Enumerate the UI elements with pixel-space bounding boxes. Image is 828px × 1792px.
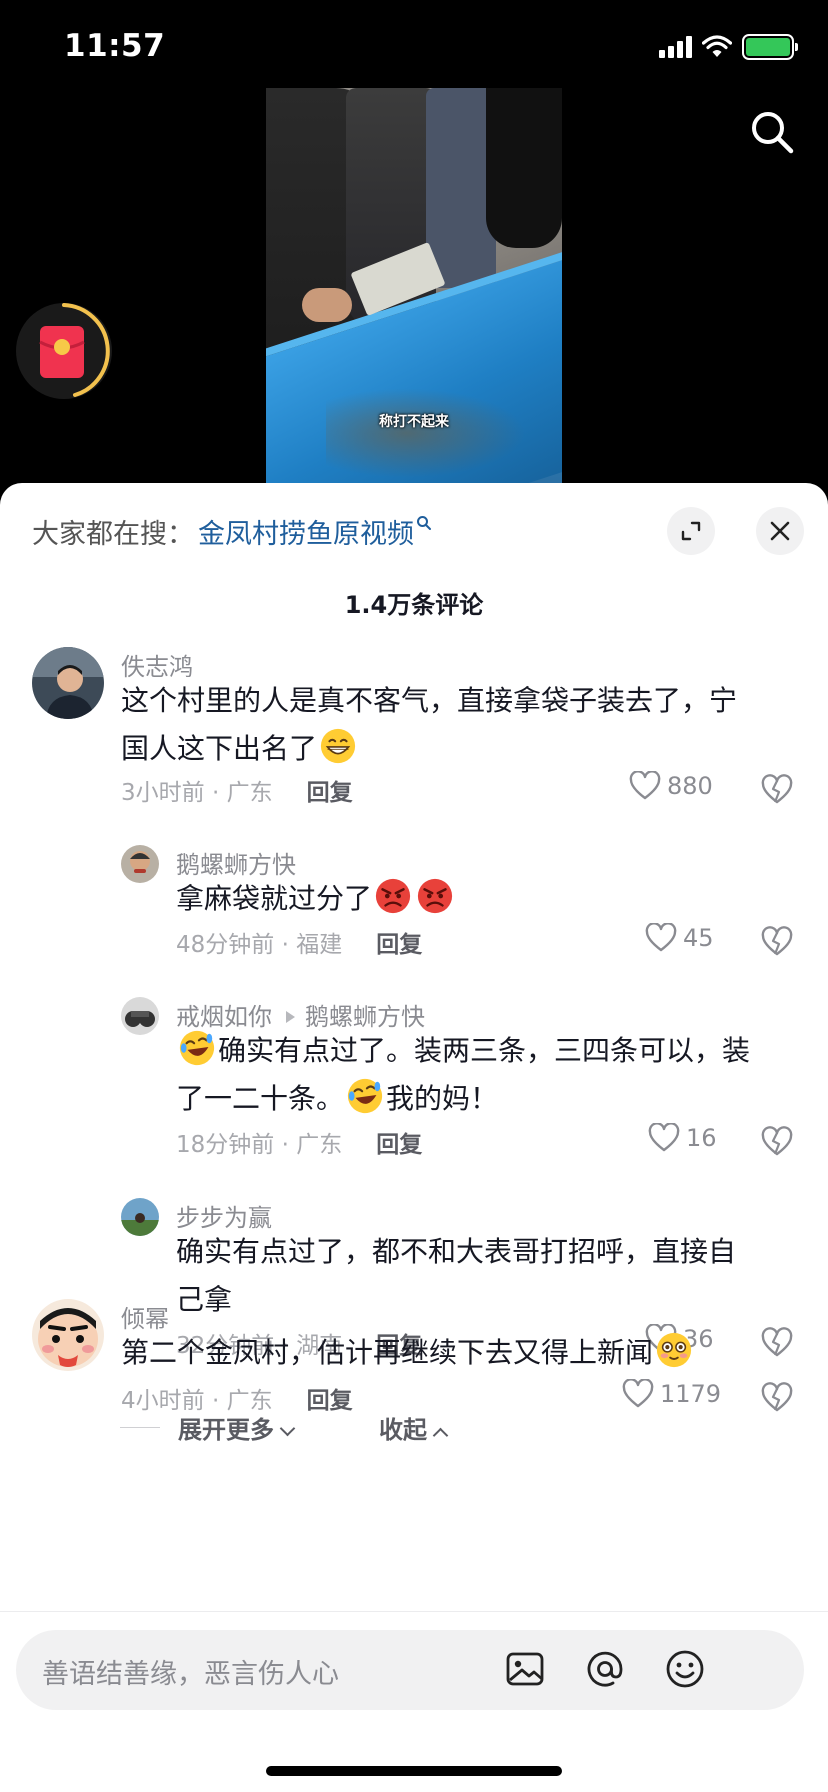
reply-button[interactable]: 回复 bbox=[376, 932, 422, 958]
like-button[interactable]: 16 bbox=[648, 1123, 717, 1153]
heart-icon bbox=[648, 1123, 680, 1152]
chevron-down-icon bbox=[279, 1420, 296, 1436]
divider bbox=[120, 1426, 160, 1428]
avatar[interactable] bbox=[32, 647, 104, 719]
expand-icon bbox=[681, 521, 701, 541]
close-button[interactable] bbox=[756, 507, 804, 555]
battery-icon bbox=[742, 34, 798, 60]
avatar[interactable] bbox=[121, 1198, 159, 1236]
avatar[interactable] bbox=[121, 845, 159, 883]
video-frame[interactable]: 称打不起来 bbox=[266, 88, 562, 484]
hot-search-prefix: 大家都在搜： bbox=[32, 518, 194, 550]
search-small-icon bbox=[417, 516, 431, 530]
cellular-signal-icon bbox=[659, 36, 692, 58]
collapse-button[interactable]: 收起 bbox=[379, 1410, 449, 1445]
video-caption: 称打不起来 bbox=[379, 414, 449, 430]
emoji-icon[interactable] bbox=[662, 1646, 708, 1692]
search-icon[interactable] bbox=[748, 108, 796, 156]
avatar[interactable] bbox=[121, 997, 159, 1035]
chevron-up-icon bbox=[432, 1427, 449, 1443]
like-count: 16 bbox=[686, 1124, 717, 1152]
input-placeholder: 善语结善缘，恶言伤人心 bbox=[42, 1659, 339, 1690]
like-button[interactable]: 1179 bbox=[622, 1379, 721, 1409]
comment-text: 这个村里的人是真不客气，直接拿袋子装去了，宁 国人这下出名了 bbox=[121, 684, 738, 765]
status-time: 11:57 bbox=[64, 28, 166, 64]
like-count: 1179 bbox=[660, 1380, 722, 1408]
heart-icon bbox=[622, 1379, 654, 1408]
heart-icon bbox=[629, 771, 661, 800]
comment-input[interactable]: 善语结善缘，恶言伤人心 bbox=[16, 1630, 804, 1710]
video-area[interactable]: 11:57 称打不起来 bbox=[0, 0, 828, 500]
comment-count: 1.4万条评论 bbox=[344, 591, 484, 619]
like-count: 880 bbox=[667, 772, 713, 800]
comment-meta: 48分钟前 · 福建 回复 bbox=[176, 932, 423, 958]
comment-input-bar: 善语结善缘，恶言伤人心 bbox=[0, 1611, 828, 1792]
comment-meta: 3小时前 · 广东 回复 bbox=[121, 780, 353, 806]
heart-icon bbox=[645, 923, 677, 952]
comment-meta: 4小时前 · 广东 回复 bbox=[121, 1388, 353, 1414]
dislike-icon[interactable] bbox=[760, 1125, 794, 1157]
laugh-cry-emoji-icon bbox=[179, 1030, 215, 1066]
hot-search-row[interactable]: 大家都在搜： 金凤村捞鱼原视频 bbox=[32, 511, 432, 551]
avatar[interactable] bbox=[32, 1299, 104, 1371]
comment-text: 确实有点过了，都不和大表哥打招呼，直接自 己拿 bbox=[176, 1235, 737, 1316]
laugh-cry-emoji-icon bbox=[347, 1078, 383, 1114]
home-indicator bbox=[266, 1766, 562, 1776]
like-count: 45 bbox=[683, 924, 714, 952]
dislike-icon[interactable] bbox=[760, 925, 794, 957]
like-button[interactable]: 880 bbox=[629, 771, 713, 801]
comment-meta: 18分钟前 · 广东 回复 bbox=[176, 1132, 423, 1158]
reply-arrow-icon bbox=[286, 1011, 295, 1023]
blush-emoji-icon bbox=[656, 1332, 692, 1368]
thread-controls: 展开更多 收起 bbox=[120, 1410, 449, 1445]
reply-button[interactable]: 回复 bbox=[307, 780, 353, 806]
like-button[interactable]: 45 bbox=[645, 923, 714, 953]
mention-icon[interactable] bbox=[582, 1646, 628, 1692]
angry-emoji-icon bbox=[417, 878, 453, 914]
dislike-icon[interactable] bbox=[760, 1381, 794, 1413]
reply-button[interactable]: 回复 bbox=[376, 1132, 422, 1158]
fullscreen-button[interactable] bbox=[667, 507, 715, 555]
reply-button[interactable]: 回复 bbox=[307, 1388, 353, 1414]
status-icons bbox=[659, 34, 798, 60]
comment-text: 确实有点过了。装两三条，三四条可以，装 了一二十条。 我的妈！ bbox=[176, 1027, 806, 1123]
red-packet-icon[interactable] bbox=[15, 302, 113, 400]
dislike-icon[interactable] bbox=[760, 773, 794, 805]
grin-emoji-icon bbox=[320, 728, 356, 764]
angry-emoji-icon bbox=[375, 878, 411, 914]
image-icon[interactable] bbox=[502, 1646, 548, 1692]
comment-text: 第二个金凤村，估计再继续下去又得上新闻 bbox=[121, 1329, 811, 1377]
comment-text: 拿麻袋就过分了 bbox=[176, 875, 796, 923]
comments-sheet: 大家都在搜： 金凤村捞鱼原视频 1.4万条评论 佚志鸿 这个村里的人是真不客气，… bbox=[0, 483, 828, 1792]
hot-search-link[interactable]: 金凤村捞鱼原视频 bbox=[198, 512, 414, 551]
wifi-icon bbox=[702, 35, 732, 57]
close-icon bbox=[770, 521, 790, 541]
